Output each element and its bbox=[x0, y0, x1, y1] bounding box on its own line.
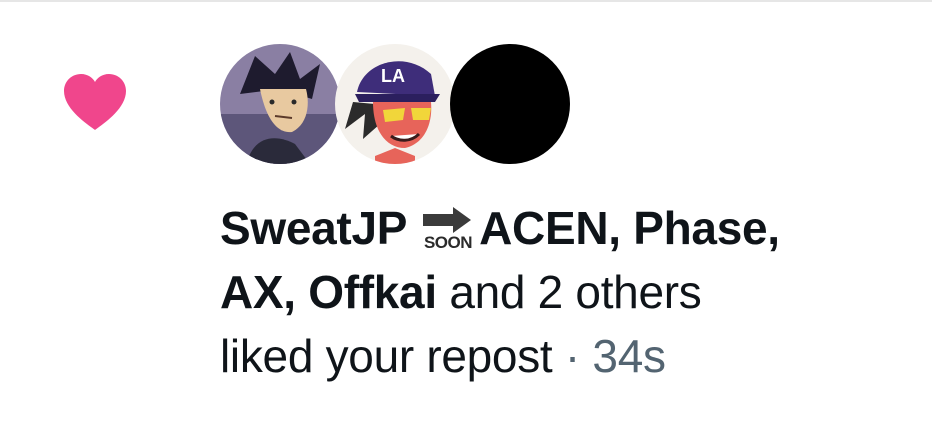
actor-name-1[interactable]: SweatJP bbox=[220, 202, 407, 254]
separator-dot: · bbox=[564, 330, 580, 382]
notification-text: SweatJP SOON ACEN, Phase, AX, Offkai and… bbox=[220, 196, 920, 388]
svg-text:SOON: SOON bbox=[424, 233, 472, 250]
avatar-user-3[interactable] bbox=[450, 44, 570, 164]
svg-text:LA: LA bbox=[381, 66, 405, 86]
heart-icon bbox=[62, 72, 128, 132]
others-text: and 2 others bbox=[449, 266, 702, 318]
soon-arrow-icon: SOON bbox=[415, 204, 481, 250]
action-text: liked your repost bbox=[220, 330, 553, 382]
like-notification[interactable]: LA SweatJP SOON ACEN, Phase, AX, Offkai … bbox=[0, 0, 932, 432]
avatar-user-2[interactable]: LA bbox=[335, 44, 455, 164]
actor-name-2[interactable]: AX, Offkai bbox=[220, 266, 437, 318]
actor-name-1-suffix[interactable]: ACEN, Phase, bbox=[479, 202, 780, 254]
avatar-user-1[interactable] bbox=[220, 44, 340, 164]
timestamp: 34s bbox=[592, 330, 666, 382]
